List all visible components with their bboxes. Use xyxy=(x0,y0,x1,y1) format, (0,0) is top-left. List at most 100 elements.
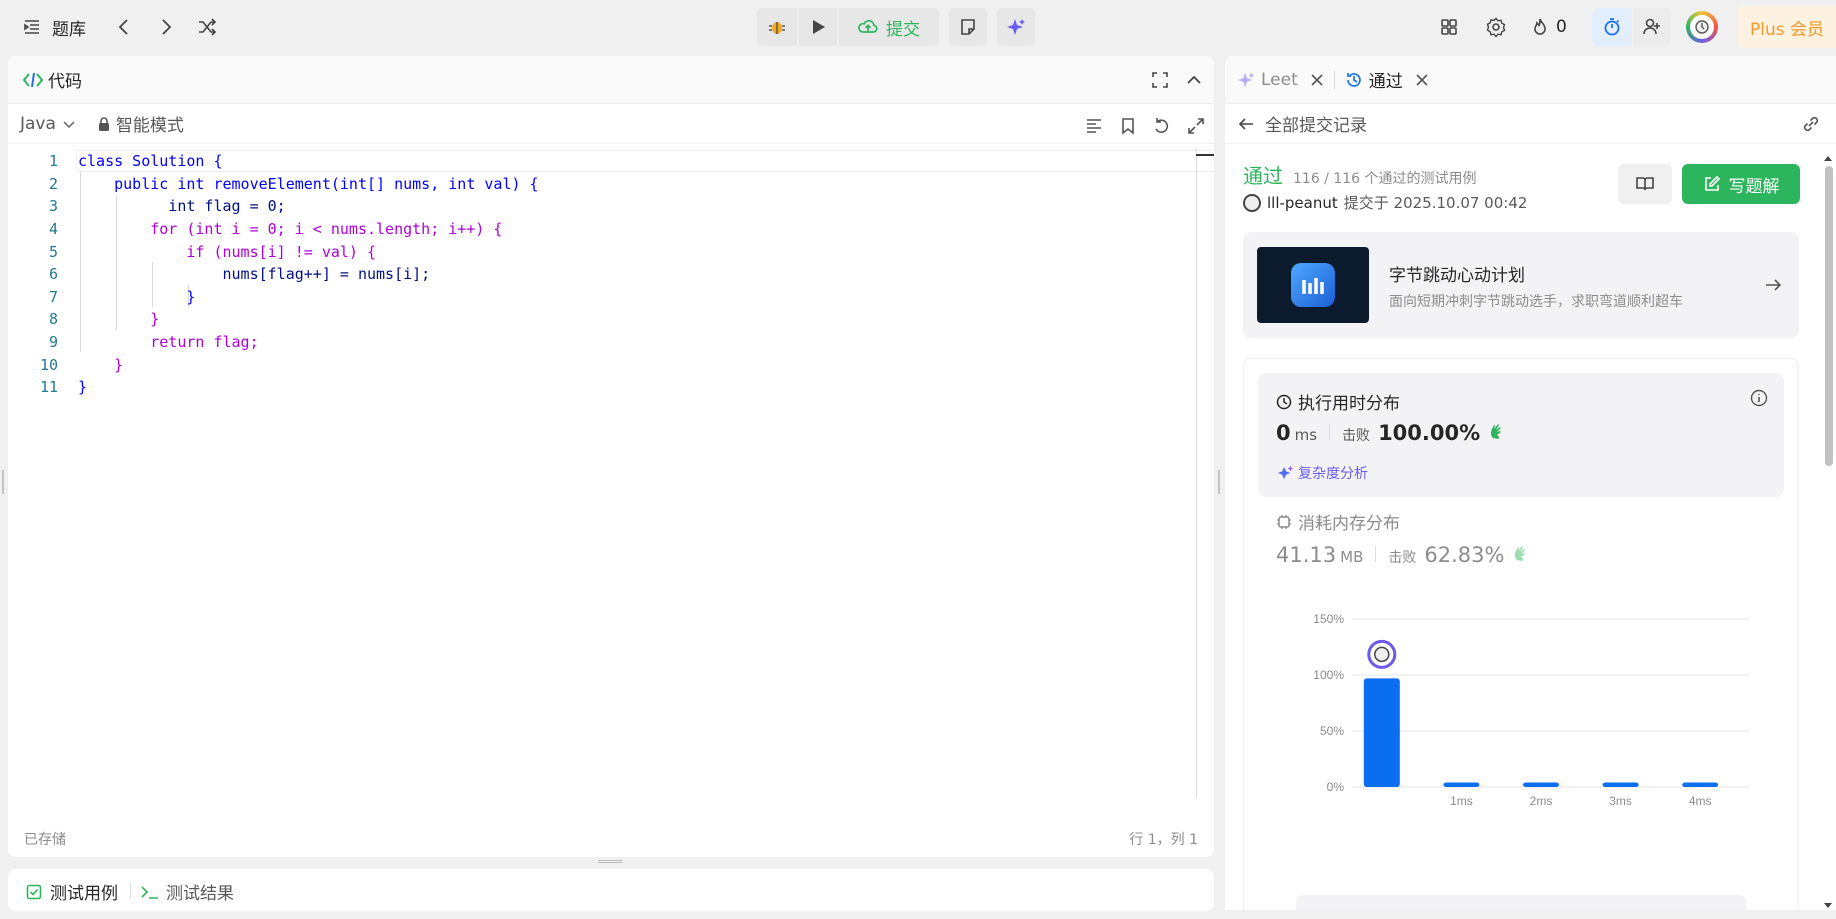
panel-resize-handle[interactable] xyxy=(598,860,622,863)
fullscreen-panel-button[interactable] xyxy=(1148,68,1172,92)
edit-icon xyxy=(1704,175,1720,191)
settings-button[interactable] xyxy=(1481,12,1511,42)
line-number: 6 xyxy=(48,265,58,284)
promo-card[interactable]: 字节跳动心动计划 面向短期冲刺字节跳动选手，求职弯道顺利超车 xyxy=(1243,232,1799,338)
bug-icon xyxy=(769,22,785,34)
bar xyxy=(1523,782,1559,787)
status-label: 通过 xyxy=(1243,164,1283,188)
expand-editor-button[interactable] xyxy=(1184,114,1208,138)
chevron-up-icon xyxy=(1187,75,1201,84)
scroll-up-icon[interactable] xyxy=(1822,152,1834,164)
bar xyxy=(1363,678,1400,787)
complexity-analysis-link[interactable]: 复杂度分析 xyxy=(1276,463,1368,483)
info-icon[interactable] xyxy=(1750,389,1768,407)
next-problem-button[interactable] xyxy=(154,12,178,42)
tab-testcase[interactable]: 测试用例 xyxy=(26,879,118,904)
plus-label: Plus 会员 xyxy=(1749,19,1824,40)
submission-subbar: 全部提交记录 xyxy=(1225,104,1836,144)
editor-toolbar: Java 智能模式 xyxy=(8,104,1214,144)
clock-icon xyxy=(1276,394,1292,409)
chevron-right-icon xyxy=(162,19,172,35)
runtime-beats-label: 击败 xyxy=(1342,428,1371,444)
tab-accepted-label: 通过 xyxy=(1368,72,1403,92)
stopwatch-icon xyxy=(1604,18,1620,36)
code-text: return flag; xyxy=(78,333,259,352)
write-solution-label: 写题解 xyxy=(1728,176,1780,197)
note-button[interactable] xyxy=(949,8,987,46)
collapse-panel-button[interactable] xyxy=(1182,68,1206,92)
language-select[interactable]: Java xyxy=(20,114,76,134)
column-resize-handle[interactable] xyxy=(1218,470,1220,494)
link-icon[interactable] xyxy=(1801,114,1821,134)
code-line: 11 } xyxy=(8,376,1204,399)
line-number: 10 xyxy=(39,355,58,374)
close-icon[interactable] xyxy=(1310,73,1324,87)
stats-container: 执行用时分布 0 ms 击败 100.00% 复杂度分析 消耗内存分布 41.1… xyxy=(1243,358,1799,910)
x-tick-label: 4ms xyxy=(1689,794,1712,808)
note-icon xyxy=(961,19,975,35)
layout-button[interactable] xyxy=(1434,12,1464,42)
line-number: 11 xyxy=(39,378,58,397)
format-button[interactable] xyxy=(1082,114,1106,138)
x-tick-label: 2ms xyxy=(1530,794,1553,808)
vertical-scrollbar[interactable] xyxy=(1196,148,1197,798)
streak-button[interactable]: 0 xyxy=(1530,12,1567,42)
prev-problem-button[interactable] xyxy=(112,12,136,42)
tab-accepted[interactable]: 通过 xyxy=(1345,67,1429,92)
code-panel-header: 代码 xyxy=(8,56,1214,104)
memory-card[interactable]: 消耗内存分布 41.13 MB 击败 62.83% xyxy=(1258,509,1784,579)
promo-logo xyxy=(1291,263,1335,307)
fullscreen-icon xyxy=(1152,72,1168,88)
layout-grid-icon xyxy=(1441,19,1457,35)
smart-mode-toggle[interactable]: 智能模式 xyxy=(98,111,184,136)
code-line: 10 } xyxy=(8,353,1204,376)
code-editor[interactable]: 1 class Solution { 2 public int removeEl… xyxy=(8,148,1214,798)
submission-scrollbar[interactable] xyxy=(1822,152,1834,910)
run-button[interactable] xyxy=(799,8,837,46)
code-line: 7 } xyxy=(8,286,1204,309)
cursor-position: 行 1，列 1 xyxy=(1129,832,1198,848)
submit-button[interactable]: 提交 xyxy=(839,8,939,46)
memory-title-label: 消耗内存分布 xyxy=(1298,514,1400,534)
line-number: 1 xyxy=(48,152,58,171)
code-text: for (int i = 0; i < nums.length; i++) { xyxy=(78,220,503,239)
tab-leet[interactable]: Leet xyxy=(1237,70,1324,90)
timer-button[interactable] xyxy=(1592,8,1632,46)
submitted-at: 提交于 2025.10.07 00:42 xyxy=(1343,194,1528,212)
tab-test-result[interactable]: 测试结果 xyxy=(140,879,234,904)
clap-icon xyxy=(1515,546,1526,561)
top-bar: 题库 提交 0 Plus 会员 xyxy=(0,0,1836,54)
back-to-submissions-link[interactable]: 全部提交记录 xyxy=(1237,111,1367,136)
view-code-button[interactable] xyxy=(1618,164,1672,204)
x-tick-label: 3ms xyxy=(1609,794,1632,808)
reset-code-button[interactable] xyxy=(1150,114,1174,138)
bookmark-button[interactable] xyxy=(1116,114,1140,138)
runtime-value: 0 xyxy=(1276,421,1291,445)
submit-label: 提交 xyxy=(886,19,920,40)
problem-list-button[interactable]: 题库 xyxy=(22,12,86,42)
write-solution-button[interactable]: 写题解 xyxy=(1682,164,1800,204)
memory-unit: MB xyxy=(1340,548,1364,566)
left-edge-handle[interactable] xyxy=(2,470,4,494)
random-problem-button[interactable] xyxy=(194,12,220,42)
runtime-beats: 100.00% xyxy=(1378,421,1481,445)
code-text: } xyxy=(78,310,160,329)
scroll-down-icon[interactable] xyxy=(1822,900,1834,910)
invite-button[interactable] xyxy=(1633,8,1671,46)
plus-membership-button[interactable]: Plus 会员 xyxy=(1738,6,1836,48)
username[interactable]: lll-peanut xyxy=(1267,194,1338,212)
code-line: 6 nums[flag++] = nums[i]; xyxy=(8,263,1204,286)
scrollbar-thumb[interactable] xyxy=(1825,166,1833,466)
runtime-distribution-chart[interactable]: 0% 50% 100% 150% 1ms 2ms 3ms 4ms xyxy=(1244,603,1784,873)
ai-assistant-button[interactable] xyxy=(997,8,1035,46)
chevron-down-icon xyxy=(63,120,75,128)
runtime-card[interactable]: 执行用时分布 0 ms 击败 100.00% 复杂度分析 xyxy=(1258,373,1784,497)
runtime-title-label: 执行用时分布 xyxy=(1298,394,1400,414)
code-line: 5 if (nums[i] != val) { xyxy=(8,240,1204,263)
avatar[interactable] xyxy=(1686,11,1718,43)
close-icon[interactable] xyxy=(1415,73,1429,87)
problem-bank-label: 题库 xyxy=(52,19,86,40)
debug-button[interactable] xyxy=(757,8,797,46)
flame-icon xyxy=(1534,18,1546,35)
submitter-info: lll-peanut 提交于 2025.10.07 00:42 xyxy=(1243,192,1527,213)
